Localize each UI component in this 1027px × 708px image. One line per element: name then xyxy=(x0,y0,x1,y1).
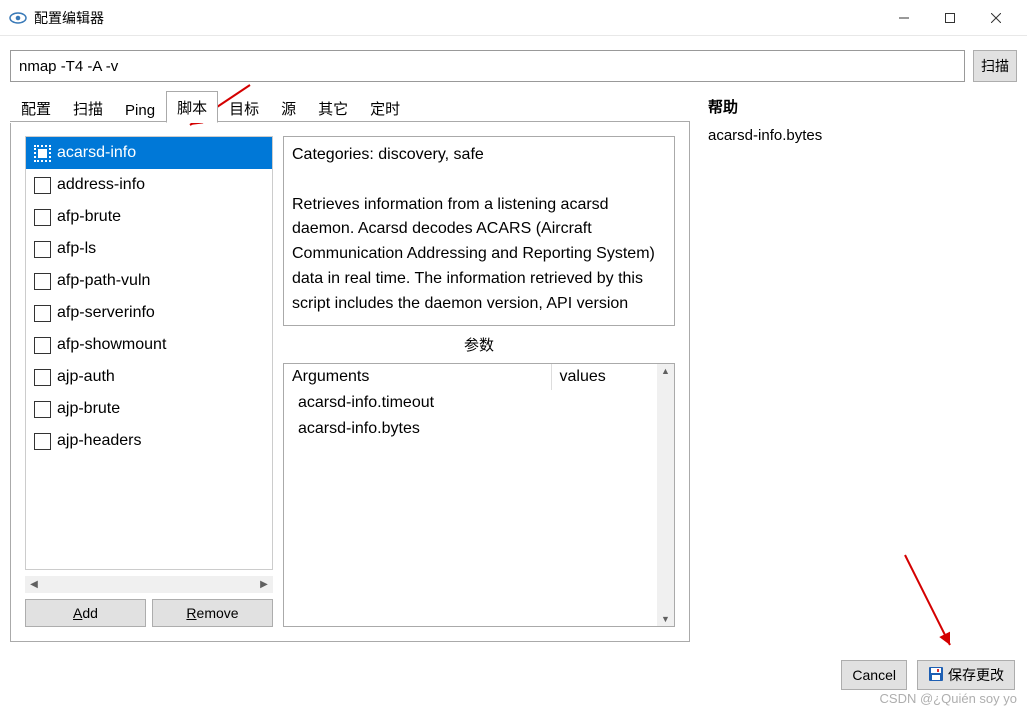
checkbox-icon[interactable] xyxy=(34,305,51,322)
checkbox-icon[interactable] xyxy=(34,433,51,450)
list-item[interactable]: afp-showmount xyxy=(26,329,272,361)
list-item[interactable]: afp-path-vuln xyxy=(26,265,272,297)
script-name: afp-path-vuln xyxy=(57,272,150,290)
list-item[interactable]: ajp-headers xyxy=(26,425,272,457)
script-name: afp-ls xyxy=(57,240,96,258)
script-name: ajp-brute xyxy=(57,400,120,418)
app-icon xyxy=(8,8,28,28)
list-item[interactable]: acarsd-info xyxy=(26,137,272,169)
checkbox-icon[interactable] xyxy=(34,401,51,418)
script-name: afp-brute xyxy=(57,208,121,226)
help-text: acarsd-info.bytes xyxy=(708,127,1017,144)
tab-target[interactable]: 目标 xyxy=(218,92,270,123)
params-title: 参数 xyxy=(283,332,675,357)
script-name: afp-showmount xyxy=(57,336,166,354)
list-item[interactable]: ajp-auth xyxy=(26,361,272,393)
tab-bar: 配置 扫描 Ping 脚本 目标 源 其它 定时 xyxy=(10,92,690,122)
tab-body: acarsd-info address-info afp-brute afp-l… xyxy=(10,122,690,642)
tab-timing[interactable]: 定时 xyxy=(359,92,411,123)
save-label: 保存更改 xyxy=(948,665,1004,685)
help-box: acarsd-info.bytes xyxy=(708,123,1017,642)
script-name: afp-serverinfo xyxy=(57,304,155,322)
add-remove-row: Add Remove xyxy=(25,599,273,627)
script-list[interactable]: acarsd-info address-info afp-brute afp-l… xyxy=(25,136,273,570)
scroll-right-icon[interactable]: ▶ xyxy=(257,579,271,590)
checkbox-icon[interactable] xyxy=(34,337,51,354)
left-column: 配置 扫描 Ping 脚本 目标 源 其它 定时 acarsd-info add… xyxy=(10,92,690,642)
tab-script[interactable]: 脚本 xyxy=(166,91,218,123)
param-arg: acarsd-info.bytes xyxy=(284,416,551,442)
list-item[interactable]: ajp-brute xyxy=(26,393,272,425)
main-area: 配置 扫描 Ping 脚本 目标 源 其它 定时 acarsd-info add… xyxy=(0,92,1027,652)
footer: Cancel 保存更改 xyxy=(841,660,1015,690)
window-title: 配置编辑器 xyxy=(34,8,104,28)
tab-source[interactable]: 源 xyxy=(270,92,307,123)
param-arg: acarsd-info.timeout xyxy=(284,390,551,416)
close-button[interactable] xyxy=(973,3,1019,33)
checkbox-icon[interactable] xyxy=(34,177,51,194)
table-row[interactable]: acarsd-info.bytes xyxy=(284,416,657,442)
script-name: ajp-headers xyxy=(57,432,142,450)
help-title: 帮助 xyxy=(708,96,1017,117)
param-val[interactable] xyxy=(551,416,657,442)
scroll-down-icon[interactable]: ▼ xyxy=(661,614,670,624)
cancel-button[interactable]: Cancel xyxy=(841,660,907,690)
params-table: Arguments values acarsd-info.timeout aca… xyxy=(284,364,657,442)
save-button[interactable]: 保存更改 xyxy=(917,660,1015,690)
checkbox-icon[interactable] xyxy=(34,273,51,290)
save-icon xyxy=(928,666,944,685)
scroll-left-icon[interactable]: ◀ xyxy=(27,579,41,590)
scan-button[interactable]: 扫描 xyxy=(973,50,1017,82)
list-item[interactable]: address-info xyxy=(26,169,272,201)
titlebar: 配置编辑器 xyxy=(0,0,1027,36)
list-item[interactable]: afp-brute xyxy=(26,201,272,233)
tab-other[interactable]: 其它 xyxy=(307,92,359,123)
detail-column: Categories: discovery, safe Retrieves in… xyxy=(283,136,675,627)
script-name: address-info xyxy=(57,176,145,194)
scroll-up-icon[interactable]: ▲ xyxy=(661,366,670,376)
horizontal-scrollbar[interactable]: ◀ ▶ xyxy=(25,576,273,593)
list-item[interactable]: afp-serverinfo xyxy=(26,297,272,329)
desc-categories: Categories: discovery, safe xyxy=(292,143,666,168)
desc-body: Retrieves information from a listening a… xyxy=(292,193,666,317)
watermark: CSDN @¿Quién soy yo xyxy=(880,691,1017,706)
script-name: ajp-auth xyxy=(57,368,115,386)
add-button[interactable]: Add xyxy=(25,599,146,627)
script-column: acarsd-info address-info afp-brute afp-l… xyxy=(25,136,273,627)
command-input[interactable] xyxy=(10,50,965,82)
col-arguments[interactable]: Arguments xyxy=(284,364,551,390)
list-item[interactable]: afp-ls xyxy=(26,233,272,265)
checkbox-icon[interactable] xyxy=(34,209,51,226)
checkbox-icon[interactable] xyxy=(34,241,51,258)
maximize-button[interactable] xyxy=(927,3,973,33)
tab-scan[interactable]: 扫描 xyxy=(62,92,114,123)
checkbox-icon[interactable] xyxy=(34,369,51,386)
params-scrollbar[interactable]: ▲ ▼ xyxy=(657,364,674,626)
checkbox-icon[interactable] xyxy=(34,145,51,162)
script-name: acarsd-info xyxy=(57,144,136,162)
remove-button[interactable]: Remove xyxy=(152,599,273,627)
description-box[interactable]: Categories: discovery, safe Retrieves in… xyxy=(283,136,675,326)
col-values[interactable]: values xyxy=(551,364,657,390)
minimize-button[interactable] xyxy=(881,3,927,33)
params-box: Arguments values acarsd-info.timeout aca… xyxy=(283,363,675,627)
help-column: 帮助 acarsd-info.bytes xyxy=(708,92,1017,642)
param-val[interactable] xyxy=(551,390,657,416)
command-row: 扫描 xyxy=(0,36,1027,92)
tab-config[interactable]: 配置 xyxy=(10,92,62,123)
table-row[interactable]: acarsd-info.timeout xyxy=(284,390,657,416)
tab-ping[interactable]: Ping xyxy=(114,96,166,123)
